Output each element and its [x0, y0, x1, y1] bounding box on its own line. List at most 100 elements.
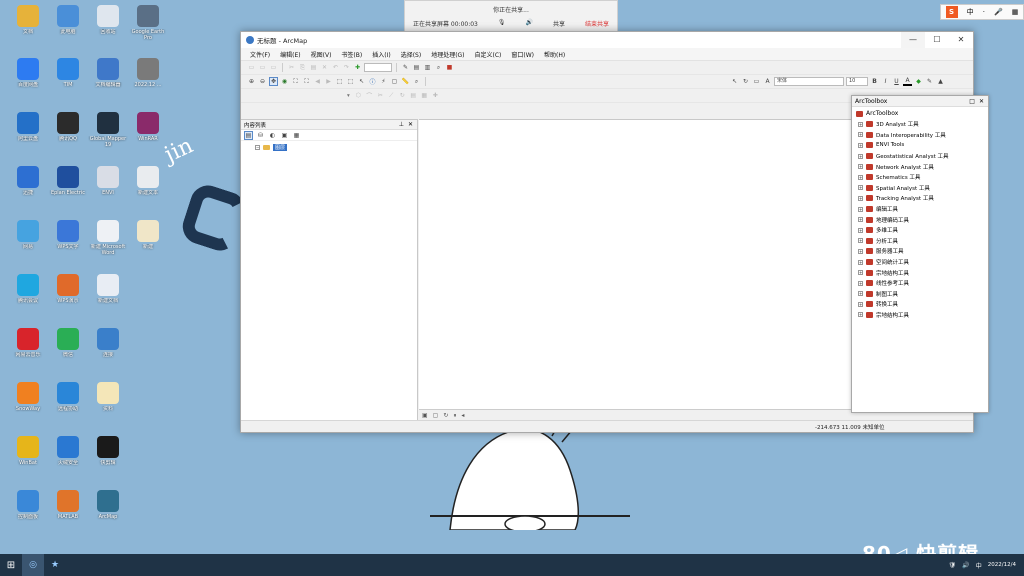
scale-input[interactable] — [364, 63, 392, 72]
refresh-view-icon[interactable]: ↻ — [443, 412, 448, 419]
arctoolbox-restore-icon[interactable]: □ — [969, 98, 975, 105]
desktop-icon[interactable]: Google Earth Pro — [128, 5, 168, 55]
bold-icon[interactable]: B — [870, 77, 879, 86]
menu-item[interactable]: 窗口(W) — [506, 50, 539, 59]
marker-color-icon[interactable]: ▲ — [936, 77, 945, 86]
find-icon[interactable]: ⌕ — [412, 77, 421, 86]
toolbox-item[interactable]: + Spatial Analyst 工具 — [852, 183, 988, 194]
toolbox-item[interactable]: +3D Analyst 工具 — [852, 119, 988, 130]
desktop-icon[interactable]: 腾讯会议 — [8, 274, 48, 324]
expand-icon[interactable]: + — [858, 132, 863, 138]
tray-ime-icon[interactable]: 中 — [976, 561, 982, 570]
desktop-icon[interactable]: 新建 Microsoft Word — [88, 220, 128, 270]
toolbox-item[interactable]: + 空间统计工具 — [852, 257, 988, 268]
redo-icon[interactable]: ↷ — [342, 63, 351, 72]
tray-security-icon[interactable]: 🛡 — [949, 562, 957, 569]
toolbox-item[interactable]: + 编辑工具 — [852, 204, 988, 215]
share-button[interactable]: 共享 — [553, 19, 565, 28]
fill-color-icon[interactable]: ◆ — [914, 77, 923, 86]
line-color-icon[interactable]: ✎ — [925, 77, 934, 86]
toolbox-item[interactable]: + 线性参考工具 — [852, 278, 988, 289]
expand-icon[interactable]: + — [858, 217, 863, 223]
measure-icon[interactable]: 📏 — [401, 77, 410, 86]
attributes-icon[interactable]: ▤ — [409, 91, 418, 100]
ime-mode-chinese[interactable]: 中 — [967, 7, 974, 17]
expand-icon[interactable]: + — [858, 142, 863, 148]
underline-icon[interactable]: U — [892, 77, 901, 86]
menu-item[interactable]: 文件(F) — [245, 50, 275, 59]
delete-icon[interactable]: ✕ — [320, 63, 329, 72]
identify-icon[interactable]: ⓘ — [368, 77, 377, 86]
maximize-button[interactable]: ☐ — [925, 32, 949, 48]
fixed-zoom-out-icon[interactable]: ⛶ — [302, 77, 311, 86]
taskbar-tim-icon[interactable]: ★ — [44, 554, 66, 576]
html-popup-icon[interactable]: ▢ — [390, 77, 399, 86]
zoom-in-icon[interactable]: ⊕ — [247, 77, 256, 86]
desktop-icon[interactable]: 快剪辑 — [88, 436, 128, 486]
edit-vertices-icon[interactable]: ⬡ — [354, 91, 363, 100]
menu-item[interactable]: 视图(V) — [306, 50, 337, 59]
screen-share-bar[interactable]: 你正在共享... 正在共享屏幕 00:00:03 🎙 🔊 共享 结束共享 — [404, 0, 618, 34]
ime-keyboard-icon[interactable]: ▦ — [1012, 8, 1019, 16]
expand-icon[interactable]: + — [858, 259, 863, 265]
expand-icon[interactable]: + — [858, 312, 863, 318]
toc-window-icon[interactable]: ▤ — [412, 63, 421, 72]
toolbox-item[interactable]: + 分析工具 — [852, 236, 988, 247]
desktop-icon[interactable]: 远程协助 — [48, 382, 88, 432]
desktop-icon[interactable]: 此电脑 — [48, 5, 88, 55]
forward-extent-icon[interactable]: ▶ — [324, 77, 333, 86]
layout-view-icon[interactable]: ▢ — [433, 412, 439, 419]
zoom-out-icon[interactable]: ⊖ — [258, 77, 267, 86]
tray-volume-icon[interactable]: 🔊 — [962, 562, 969, 569]
desktop-icon[interactable]: 文档 — [8, 5, 48, 55]
italic-icon[interactable]: I — [881, 77, 890, 86]
select-features-icon[interactable]: ⬚ — [335, 77, 344, 86]
toolbox-item[interactable]: + Tracking Analyst 工具 — [852, 193, 988, 204]
scroll-left-icon[interactable]: ◂ — [461, 412, 464, 419]
speaker-icon[interactable]: 🔊 — [525, 19, 532, 28]
toolbox-item[interactable]: + Network Analyst 工具 — [852, 161, 988, 172]
add-data-icon[interactable]: ✚ — [353, 63, 362, 72]
close-button[interactable]: ✕ — [949, 32, 973, 48]
toolbox-item[interactable]: + 宗地结构工具 — [852, 267, 988, 278]
expand-icon[interactable]: + — [858, 280, 863, 286]
desktop-icon[interactable]: ArcMap — [88, 490, 128, 540]
pause-drawing-icon[interactable]: ⏸ — [453, 412, 456, 420]
sogou-logo-icon[interactable]: S — [945, 6, 958, 18]
expand-icon[interactable]: + — [858, 164, 863, 170]
toolbox-item[interactable]: + ENVI Tools — [852, 140, 988, 151]
desktop-icon[interactable]: 连接 — [88, 328, 128, 378]
desktop-icon[interactable]: 迅捷 — [8, 166, 48, 216]
expand-icon[interactable]: + — [858, 238, 863, 244]
toolbox-item[interactable]: + 服务器工具 — [852, 246, 988, 257]
toolbox-item[interactable]: + 转换工具 — [852, 299, 988, 310]
back-extent-icon[interactable]: ◀ — [313, 77, 322, 86]
desktop-icon[interactable]: WPS演示 — [48, 274, 88, 324]
toolbox-item[interactable]: + 制图工具 — [852, 289, 988, 300]
toc-layers-item[interactable]: − 图层 — [241, 141, 417, 151]
menu-item[interactable]: 插入(I) — [367, 50, 395, 59]
split-icon[interactable]: ⟋ — [387, 91, 396, 100]
list-by-selection-icon[interactable]: ▣ — [280, 131, 289, 140]
expand-icon[interactable]: + — [858, 301, 863, 307]
expand-icon[interactable]: + — [858, 121, 863, 127]
desktop-icon[interactable]: 资料 — [88, 382, 128, 432]
desktop-icon[interactable]: 回收站 — [88, 5, 128, 55]
expand-icon[interactable]: + — [858, 206, 863, 212]
desktop-icon[interactable]: Eplan Electric — [48, 166, 88, 216]
desktop-icon[interactable]: Global Mapper 19 — [88, 112, 128, 162]
mic-icon[interactable]: 🎙 — [498, 19, 506, 28]
clear-selection-icon[interactable]: ⬚ — [346, 77, 355, 86]
expand-icon[interactable]: + — [858, 153, 863, 159]
fixed-zoom-in-icon[interactable]: ⛶ — [291, 77, 300, 86]
cut-polygon-icon[interactable]: ✂ — [376, 91, 385, 100]
desktop-icon[interactable]: 2022.12 ... — [128, 58, 168, 108]
editor-toolbar-icon[interactable]: ✎ — [401, 63, 410, 72]
desktop-icon[interactable]: 网易云音乐 — [8, 328, 48, 378]
desktop-icon[interactable]: ENVI — [88, 166, 128, 216]
toolbox-item[interactable]: + 宗地结构工具 — [852, 310, 988, 321]
font-size-select[interactable]: 10 — [846, 77, 868, 86]
expand-icon[interactable]: + — [858, 291, 863, 297]
search-window-icon[interactable]: ⌕ — [434, 63, 443, 72]
expand-icon[interactable]: + — [858, 227, 863, 233]
